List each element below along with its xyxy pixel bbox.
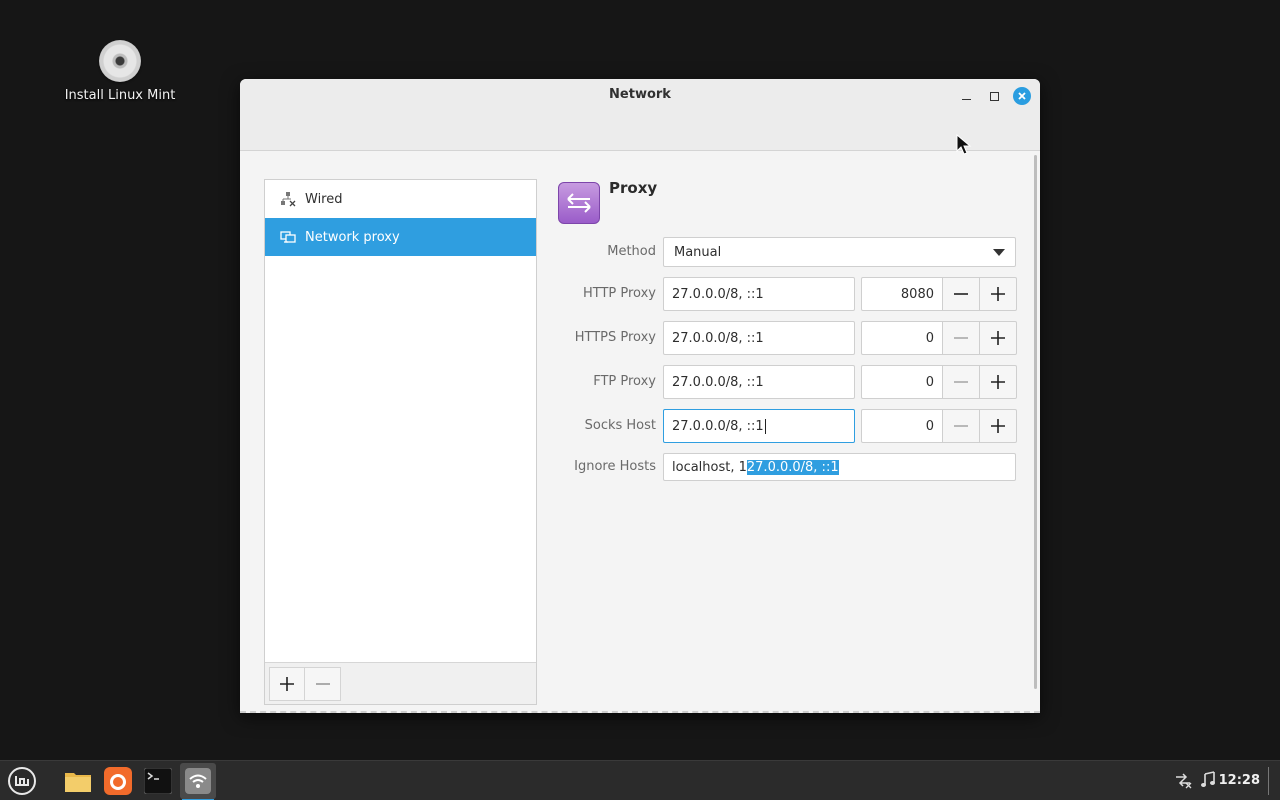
sidebar-footer xyxy=(265,662,536,704)
minimize-button[interactable] xyxy=(956,86,976,106)
mouse-cursor-icon xyxy=(956,133,972,160)
https-proxy-port-spinner: 0 xyxy=(861,321,1017,355)
ftp-port-decrement-button[interactable] xyxy=(943,365,980,399)
https-proxy-host-input[interactable]: 27.0.0.0/8, ::1 xyxy=(663,321,855,355)
chevron-down-icon xyxy=(993,249,1005,256)
socks-port-input[interactable]: 0 xyxy=(861,409,943,443)
http-proxy-host-input[interactable]: 27.0.0.0/8, ::1 xyxy=(663,277,855,311)
text-caret xyxy=(764,418,766,434)
titlebar[interactable]: Network xyxy=(240,79,1040,151)
http-proxy-label: HTTP Proxy xyxy=(582,286,656,301)
plus-icon xyxy=(991,331,1005,345)
https-port-decrement-button[interactable] xyxy=(943,321,980,355)
firefox-icon xyxy=(104,767,132,795)
ignore-hosts-label: Ignore Hosts xyxy=(574,459,656,474)
ignore-hosts-prefix: localhost, 1 xyxy=(672,459,747,475)
http-port-decrement-button[interactable] xyxy=(943,277,980,311)
network-icon xyxy=(185,768,211,794)
proxy-icon xyxy=(558,182,600,224)
section-title: Proxy xyxy=(609,179,658,197)
minus-icon xyxy=(954,381,968,383)
ftp-proxy-host-input[interactable]: 27.0.0.0/8, ::1 xyxy=(663,365,855,399)
ignore-hosts-selection: 27.0.0.0/8, ::1 xyxy=(746,459,839,475)
plus-icon xyxy=(991,419,1005,433)
network-tray-icon[interactable] xyxy=(1174,771,1192,793)
https-proxy-host-value: 27.0.0.0/8, ::1 xyxy=(672,330,764,346)
minus-icon xyxy=(954,425,968,427)
sound-tray-icon[interactable] xyxy=(1200,771,1216,793)
socks-host-input[interactable]: 27.0.0.0/8, ::1 xyxy=(663,409,855,443)
firefox-launcher[interactable] xyxy=(100,763,136,799)
ignore-hosts-input[interactable]: localhost, 1 27.0.0.0/8, ::1 xyxy=(663,453,1016,481)
terminal-icon xyxy=(144,768,172,794)
minus-icon xyxy=(315,682,330,685)
method-value: Manual xyxy=(674,244,722,260)
method-dropdown[interactable]: Manual xyxy=(663,237,1016,267)
terminal-launcher[interactable] xyxy=(140,763,176,799)
plus-icon xyxy=(280,676,294,691)
close-icon xyxy=(1013,87,1031,105)
files-launcher[interactable] xyxy=(60,763,96,799)
minus-icon xyxy=(954,293,968,295)
sidebar-item-label: Network proxy xyxy=(305,229,400,245)
files-icon xyxy=(65,773,91,792)
http-proxy-host-value: 27.0.0.0/8, ::1 xyxy=(672,286,764,302)
scrollbar[interactable] xyxy=(1034,155,1037,689)
menu-icon xyxy=(8,767,36,795)
socks-host-label: Socks Host xyxy=(584,418,656,433)
http-proxy-port-spinner: 8080 xyxy=(861,277,1017,311)
menu-button[interactable] xyxy=(4,763,40,799)
add-connection-button[interactable] xyxy=(269,666,305,701)
minus-icon xyxy=(954,337,968,339)
http-port-increment-button[interactable] xyxy=(980,277,1017,311)
maximize-button[interactable] xyxy=(984,86,1004,106)
maximize-icon xyxy=(989,91,999,101)
https-proxy-label: HTTPS Proxy xyxy=(574,330,656,345)
window-title: Network xyxy=(609,87,671,102)
wired-network-icon xyxy=(279,190,297,208)
network-window: Network Wired Network proxy Proxy Method… xyxy=(240,79,1040,713)
minimize-icon xyxy=(961,99,971,100)
plus-icon xyxy=(991,375,1005,389)
taskbar: 12:28 xyxy=(0,760,1280,800)
method-label: Method xyxy=(607,244,656,259)
plus-icon xyxy=(991,287,1005,301)
window-bottom-edge xyxy=(240,711,1040,713)
ftp-proxy-port-input[interactable]: 0 xyxy=(861,365,943,399)
https-proxy-port-input[interactable]: 0 xyxy=(861,321,943,355)
http-proxy-port-input[interactable]: 8080 xyxy=(861,277,943,311)
sidebar-item-wired[interactable]: Wired xyxy=(265,180,536,218)
socks-port-spinner: 0 xyxy=(861,409,1017,443)
ftp-proxy-host-value: 27.0.0.0/8, ::1 xyxy=(672,374,764,390)
desktop-icon-install-linux-mint[interactable]: Install Linux Mint xyxy=(60,40,180,103)
sidebar-item-label: Wired xyxy=(305,191,343,207)
socks-host-value: 27.0.0.0/8, ::1 xyxy=(672,418,764,434)
ftp-proxy-label: FTP Proxy xyxy=(593,374,656,389)
ftp-proxy-port-spinner: 0 xyxy=(861,365,1017,399)
clock[interactable]: 12:28 xyxy=(1219,773,1260,788)
remove-connection-button[interactable] xyxy=(305,666,341,701)
network-window-taskbar-button[interactable] xyxy=(180,763,216,800)
disc-icon xyxy=(99,40,141,82)
socks-port-increment-button[interactable] xyxy=(980,409,1017,443)
socks-port-decrement-button[interactable] xyxy=(943,409,980,443)
close-button[interactable] xyxy=(1012,86,1032,106)
https-port-increment-button[interactable] xyxy=(980,321,1017,355)
show-desktop-edge[interactable] xyxy=(1268,767,1269,795)
desktop-icon-label: Install Linux Mint xyxy=(64,88,176,103)
network-proxy-icon xyxy=(279,228,297,246)
ftp-port-increment-button[interactable] xyxy=(980,365,1017,399)
